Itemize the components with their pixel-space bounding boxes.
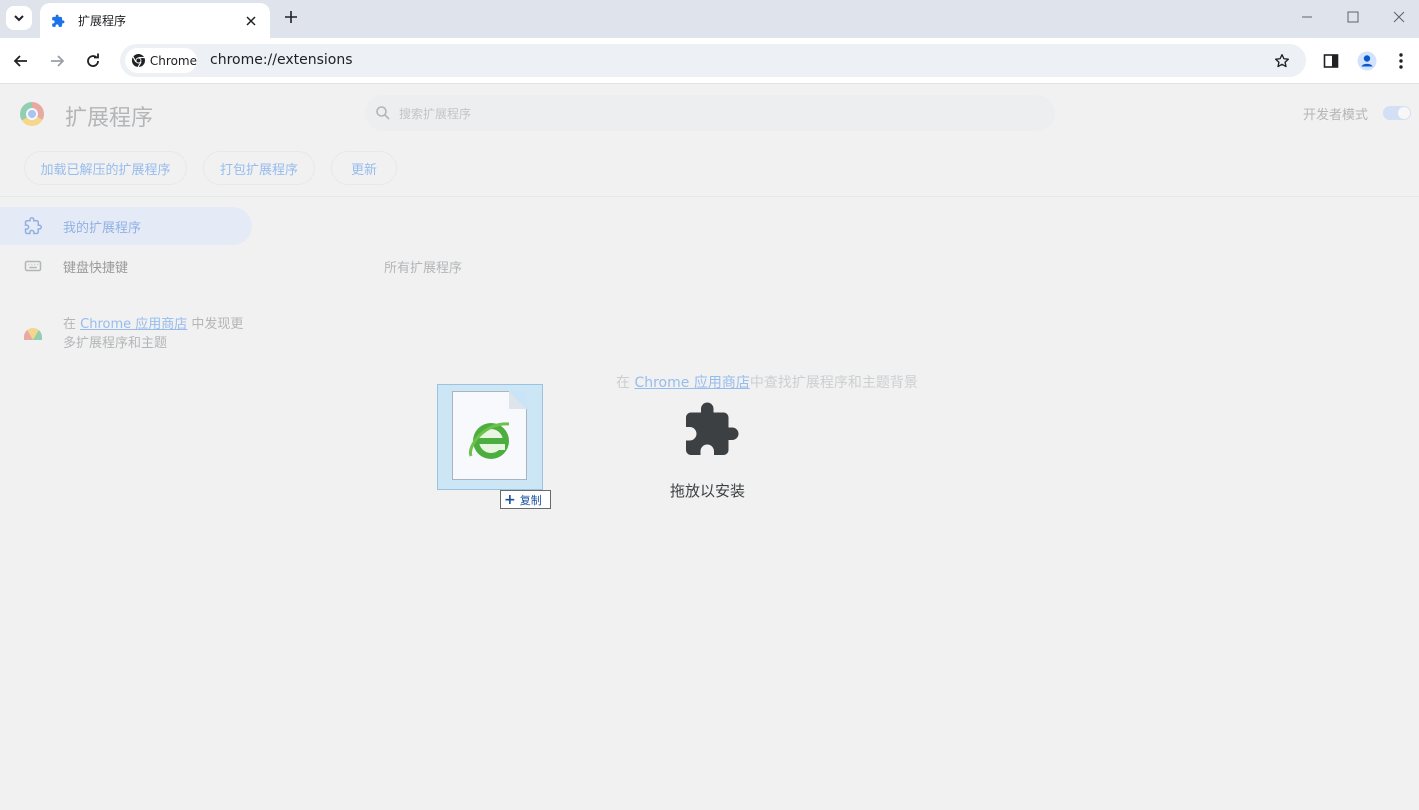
tab-strip: 扩展程序 — [0, 0, 1419, 38]
ie-icon — [468, 422, 510, 459]
arrow-right-icon — [51, 55, 65, 67]
avatar-icon — [1357, 51, 1377, 71]
empty-state-message: 在 Chrome 应用商店中查找扩展程序和主题背景 — [616, 372, 918, 392]
puzzle-icon — [686, 402, 739, 455]
sidebar-item-my-extensions[interactable]: 我的扩展程序 — [0, 207, 252, 245]
web-store-icon — [24, 328, 42, 340]
web-store-link[interactable]: Chrome 应用商店 — [80, 317, 187, 332]
section-title: 所有扩展程序 — [384, 261, 463, 276]
page-title: 扩展程序 — [65, 106, 154, 131]
copy-label: 复制 — [519, 493, 542, 507]
reload-icon — [87, 53, 99, 67]
forward-button[interactable] — [45, 49, 69, 73]
web-store-link[interactable]: Chrome 应用商店 — [634, 375, 749, 391]
tab-title: 扩展程序 — [78, 14, 127, 28]
sidebar-item-shortcuts[interactable]: 键盘快捷键 — [0, 247, 252, 285]
puzzle-icon — [24, 217, 42, 235]
browser-toolbar: Chrome chrome://extensions — [0, 38, 1419, 84]
tab-search-button[interactable] — [6, 6, 32, 30]
load-unpacked-button[interactable]: 加载已解压的扩展程序 — [24, 151, 187, 185]
bookmark-star-icon[interactable] — [1272, 51, 1292, 71]
close-icon[interactable] — [242, 12, 260, 30]
copy-badge: + 复制 — [500, 490, 551, 509]
store-suffix: 中查找扩展程序和主题背景 — [749, 375, 918, 391]
url-text[interactable]: chrome://extensions — [210, 52, 353, 68]
address-bar[interactable]: Chrome chrome://extensions — [120, 44, 1306, 77]
puzzle-icon — [50, 13, 66, 29]
pack-extension-button[interactable]: 打包扩展程序 — [203, 151, 315, 185]
search-input[interactable]: 搜索扩展程序 — [365, 95, 1055, 131]
menu-button[interactable] — [1390, 50, 1412, 72]
developer-mode-toggle[interactable] — [1383, 106, 1411, 120]
tab-extensions[interactable]: 扩展程序 — [40, 3, 270, 38]
store-prefix: 在 — [616, 375, 635, 391]
reload-button[interactable] — [81, 49, 105, 73]
chrome-logo-icon — [20, 102, 44, 126]
minimize-button[interactable] — [1294, 6, 1320, 28]
update-button[interactable]: 更新 — [331, 151, 397, 185]
plus-icon: + — [504, 491, 516, 508]
search-placeholder: 搜索扩展程序 — [399, 107, 472, 121]
new-tab-button[interactable] — [281, 7, 301, 27]
developer-actions: 加载已解压的扩展程序 打包扩展程序 更新 — [0, 141, 1419, 197]
toggle-knob — [1398, 107, 1410, 119]
chip-label: Chrome — [149, 53, 197, 68]
file-icon — [452, 391, 527, 480]
window-close-button[interactable] — [1386, 6, 1412, 28]
maximize-icon — [1347, 11, 1359, 23]
profile-button[interactable] — [1356, 50, 1378, 72]
developer-mode-label: 开发者模式 — [1303, 108, 1369, 123]
minimize-icon — [1302, 16, 1312, 18]
sidebar-item-label: 键盘快捷键 — [63, 260, 129, 276]
more-vert-icon — [1399, 53, 1403, 69]
sidebar-item-label: 我的扩展程序 — [63, 220, 142, 236]
side-panel-button[interactable] — [1320, 50, 1342, 72]
arrow-left-icon — [13, 55, 27, 67]
file-fold — [509, 391, 527, 409]
drop-to-install-label: 拖放以安装 — [670, 482, 746, 500]
chrome-icon — [131, 53, 145, 68]
maximize-button[interactable] — [1340, 6, 1366, 28]
keyboard-icon — [24, 260, 42, 272]
dragged-file-preview — [437, 384, 543, 490]
close-icon — [1393, 11, 1405, 23]
side-panel-icon — [1323, 54, 1339, 68]
search-icon — [376, 106, 390, 120]
plus-icon — [285, 11, 297, 23]
back-button[interactable] — [9, 49, 33, 73]
web-store-promo: 在 Chrome 应用商店 中发现更多扩展程序和主题 — [63, 315, 253, 353]
chevron-down-icon — [14, 15, 24, 22]
promo-prefix: 在 — [63, 317, 81, 332]
site-info-chip[interactable]: Chrome — [125, 48, 197, 73]
